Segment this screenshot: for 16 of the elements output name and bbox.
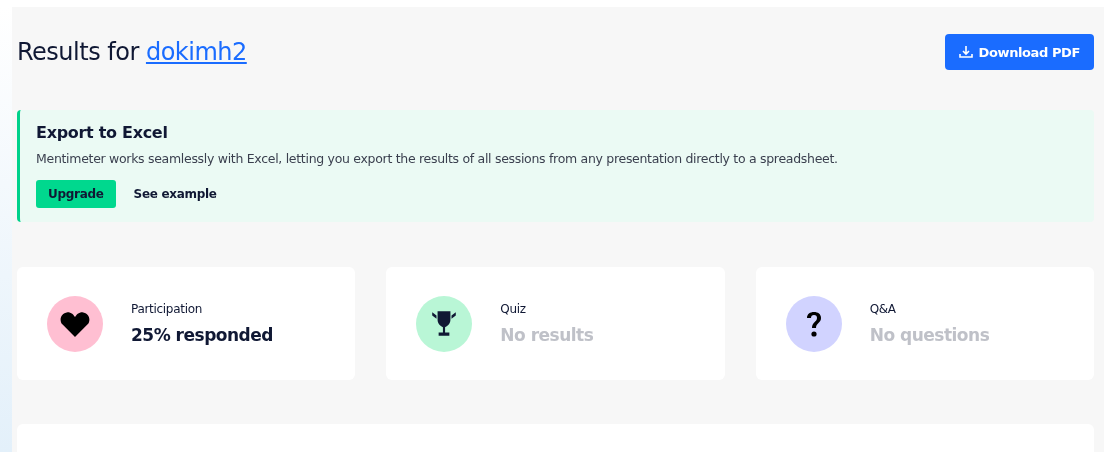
stat-value: No questions	[869, 325, 990, 345]
banner-text: Mentimeter works seamlessly with Excel, letting you export the results of all sessions from any presentation directly to a spreadsheet.	[36, 151, 839, 166]
download-pdf-button[interactable]: Download PDF	[944, 34, 1094, 70]
stat-value: No results	[500, 325, 594, 345]
download-icon	[958, 45, 973, 59]
upgrade-button[interactable]: Upgrade	[36, 180, 116, 208]
stat-label: Quiz	[500, 302, 527, 316]
banner-title: Export to Excel	[36, 123, 169, 142]
see-example-link[interactable]: See example	[133, 187, 217, 201]
page-title: Results for dokimh2	[17, 38, 247, 66]
stat-label: Participation	[131, 302, 203, 316]
stat-label: Q&A	[869, 302, 897, 316]
heart-icon	[60, 310, 90, 337]
trophy-icon	[431, 308, 458, 339]
presentation-link[interactable]: dokimh2	[145, 38, 247, 66]
stat-value: 25% responded	[131, 325, 273, 345]
